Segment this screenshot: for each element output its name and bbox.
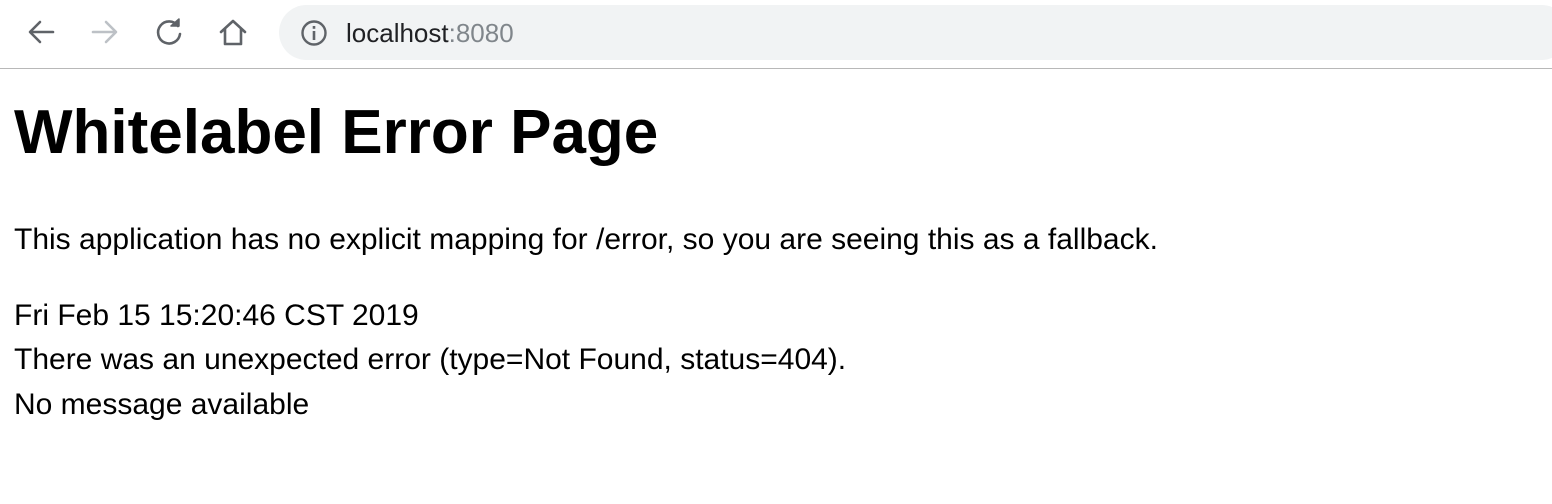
- reload-button[interactable]: [149, 12, 189, 52]
- error-status-message: There was an unexpected error (type=Not …: [14, 343, 847, 376]
- error-detail: No message available: [14, 388, 310, 421]
- back-button[interactable]: [21, 12, 61, 52]
- page-title: Whitelabel Error Page: [14, 98, 659, 167]
- browser-toolbar: localhost:8080: [0, 0, 1552, 69]
- url-port: :8080: [448, 18, 514, 48]
- arrow-right-icon: [91, 20, 118, 44]
- reload-icon: [156, 18, 182, 45]
- forward-button[interactable]: [85, 12, 125, 52]
- home-button[interactable]: [213, 12, 253, 52]
- url-text[interactable]: localhost:8080: [346, 19, 514, 47]
- home-icon: [219, 19, 247, 46]
- address-bar[interactable]: localhost:8080: [279, 5, 1552, 60]
- fallback-message: This application has no explicit mapping…: [14, 223, 1158, 256]
- arrow-left-icon: [28, 20, 55, 44]
- url-host: localhost: [346, 18, 449, 48]
- error-timestamp: Fri Feb 15 15:20:46 CST 2019: [14, 299, 419, 332]
- info-icon[interactable]: [300, 19, 328, 47]
